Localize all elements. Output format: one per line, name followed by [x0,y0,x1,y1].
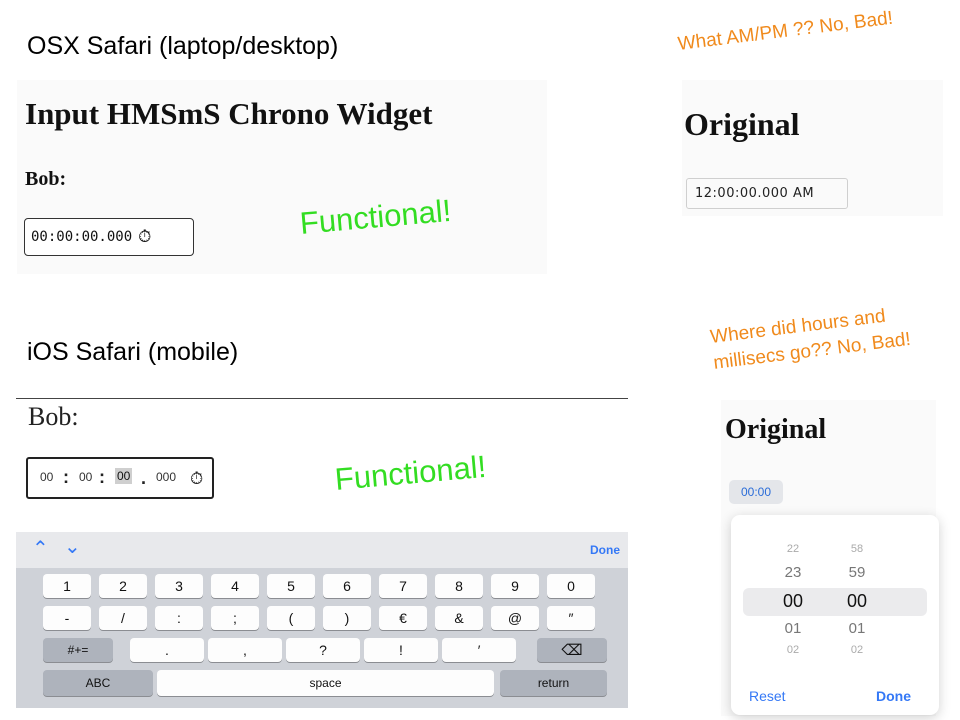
key-semicolon[interactable]: ; [211,606,259,630]
time-pill-input[interactable]: 00:00 [729,480,783,504]
hour-option[interactable]: 23 [773,564,813,581]
more-symbols-key[interactable]: #+= [43,638,113,662]
desktop-original-time-input[interactable]: 12:00:00.000 AM [686,178,848,209]
toolbar-done-button[interactable]: Done [590,543,620,557]
space-bar[interactable]: space [157,670,494,696]
key-close-paren[interactable]: ) [323,606,371,630]
abc-key[interactable]: ABC [43,670,153,696]
picker-reset-button[interactable]: Reset [749,688,786,704]
key-3[interactable]: 3 [155,574,203,598]
key-hyphen[interactable]: - [43,606,91,630]
key-prime[interactable]: ′ [442,638,516,662]
key-open-paren[interactable]: ( [267,606,315,630]
key-at[interactable]: @ [491,606,539,630]
hour-option[interactable]: 02 [773,644,813,656]
minutes-segment[interactable]: 00 [79,470,92,484]
ios-top-border [16,398,628,399]
minute-option[interactable]: 02 [837,644,877,656]
key-1[interactable]: 1 [43,574,91,598]
stopwatch-icon[interactable]: ⏱ [190,469,203,489]
key-colon[interactable]: : [155,606,203,630]
minute-option[interactable]: 59 [837,564,877,581]
next-field-chevron-down-icon[interactable]: ⌄ [64,534,81,559]
keyboard-toolbar: ⌃ ⌄ Done [16,532,628,568]
backspace-icon[interactable]: ⌫ [537,638,607,662]
desktop-chrono-input[interactable]: 00:00:00.000 ⏱ [24,218,194,256]
ampm-note: What AM/PM ?? No, Bad! [676,7,895,55]
picker-done-button[interactable]: Done [876,688,911,704]
previous-field-chevron-up-icon[interactable]: ⌃ [32,536,49,561]
key-comma[interactable]: , [208,638,282,662]
key-8[interactable]: 8 [435,574,483,598]
key-slash[interactable]: / [99,606,147,630]
return-key[interactable]: return [500,670,607,696]
mobile-field-label: Bob: [28,402,79,431]
desktop-original-title: Original [684,106,800,142]
hours-note: Where did hours and millisecs go?? No, B… [709,305,912,374]
key-7[interactable]: 7 [379,574,427,598]
time-picker-popover: 22 23 00 01 02 58 59 00 01 02 Reset Done [731,515,939,715]
key-ampersand[interactable]: & [435,606,483,630]
hour-option[interactable]: 22 [773,543,813,555]
desktop-original-panel: Original 12:00:00.000 AM [682,80,943,216]
desktop-field-label: Bob: [25,168,67,190]
desktop-page-title: Input HMSmS Chrono Widget [25,96,433,131]
hour-option-selected[interactable]: 00 [773,591,813,612]
key-question[interactable]: ? [286,638,360,662]
hours-segment[interactable]: 00 [40,470,53,484]
separator: . [141,468,147,488]
separator: : [99,467,105,487]
hour-option[interactable]: 01 [773,620,813,637]
mobile-chrono-input[interactable]: 00 : 00 : 00 . 000 ⏱ [26,457,214,499]
key-exclamation[interactable]: ! [364,638,438,662]
key-9[interactable]: 9 [491,574,539,598]
key-2[interactable]: 2 [99,574,147,598]
ios-heading: iOS Safari (mobile) [27,338,239,366]
key-double-prime[interactable]: ″ [547,606,595,630]
mobile-original-title: Original [725,414,827,445]
key-euro[interactable]: € [379,606,427,630]
seconds-segment-focused[interactable]: 00 [115,468,133,484]
minute-option[interactable]: 58 [837,543,877,555]
desktop-chrono-value[interactable]: 00:00:00.000 [31,229,132,245]
osx-heading: OSX Safari (laptop/desktop) [27,32,339,60]
key-6[interactable]: 6 [323,574,371,598]
ios-keyboard: 1 2 3 4 5 6 7 8 9 0 - / : ; ( ) € & @ ″ … [16,568,628,708]
stopwatch-icon[interactable]: ⏱ [138,227,151,247]
minute-option-selected[interactable]: 00 [837,591,877,612]
minute-option[interactable]: 01 [837,620,877,637]
millis-segment[interactable]: 000 [156,470,176,484]
key-4[interactable]: 4 [211,574,259,598]
key-5[interactable]: 5 [267,574,315,598]
mobile-original-panel: Original 00:00 22 23 00 01 02 58 59 00 0… [721,400,939,716]
separator: : [63,467,69,487]
desktop-widget-panel: Input HMSmS Chrono Widget Bob: 00:00:00.… [17,80,547,274]
functional-note-mobile: Functional! [333,448,488,497]
key-period[interactable]: . [130,638,204,662]
picker-selection-band [743,588,927,616]
key-0[interactable]: 0 [547,574,595,598]
